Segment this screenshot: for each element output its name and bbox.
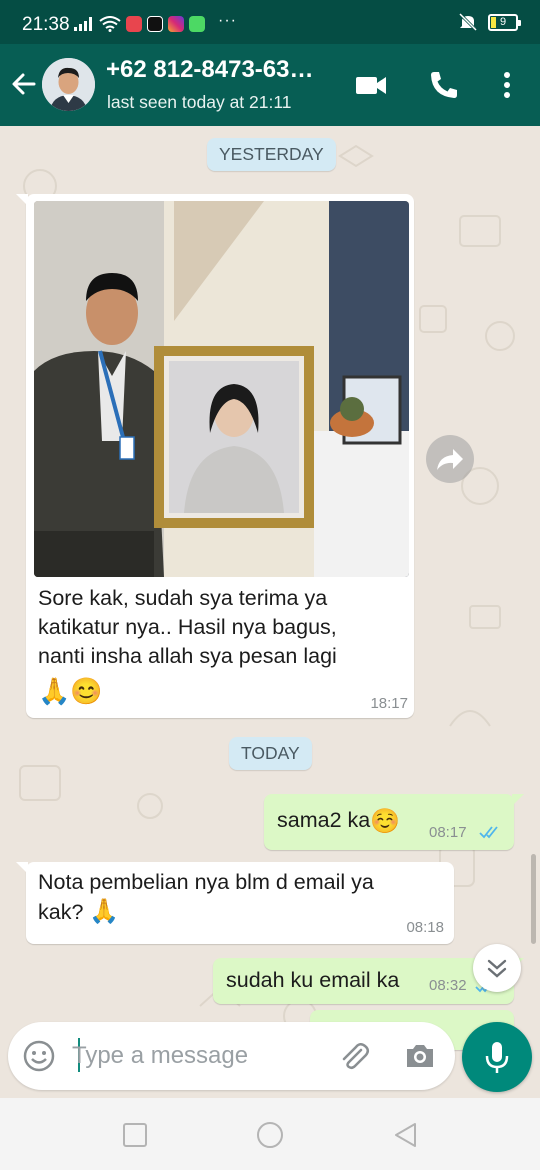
mute-icon xyxy=(458,13,478,31)
contact-last-seen: last seen today at 21:11 xyxy=(107,92,292,112)
emoji-icon[interactable] xyxy=(22,1039,56,1073)
camera-icon[interactable] xyxy=(403,1039,437,1073)
photo-image xyxy=(34,201,409,577)
app-notification-icon xyxy=(126,16,142,32)
date-chip-today: TODAY xyxy=(229,737,312,770)
message-time: 08:18 xyxy=(406,919,444,936)
phone-call-icon[interactable] xyxy=(427,68,461,102)
forward-arrow-icon xyxy=(437,449,463,470)
status-time: 21:38 xyxy=(22,14,70,35)
more-options-icon[interactable] xyxy=(490,68,524,102)
attach-icon[interactable] xyxy=(337,1039,371,1073)
bubble-tail xyxy=(512,794,524,806)
forward-button[interactable] xyxy=(426,435,474,483)
double-chevron-down-icon xyxy=(487,959,507,978)
message-time: 18:17 xyxy=(370,695,408,712)
message-line: Nota pembelian nya blm d email ya xyxy=(38,870,374,894)
message-line: Sore kak, sudah sya terima ya xyxy=(38,586,328,610)
message-input-bar xyxy=(8,1022,455,1090)
scroll-to-bottom-button[interactable] xyxy=(473,944,521,992)
home-button-icon[interactable] xyxy=(255,1120,285,1150)
read-ticks-icon xyxy=(479,826,498,839)
message-line: nanti insha allah sya pesan lagi xyxy=(38,644,337,668)
status-bar: 21:38 ··· 9 xyxy=(0,0,540,44)
contact-avatar[interactable] xyxy=(42,58,95,111)
message-emoji: 🙏 xyxy=(89,898,120,925)
microphone-icon xyxy=(485,1042,509,1073)
recents-button-icon[interactable] xyxy=(120,1120,150,1150)
outgoing-message[interactable]: sama2 ka☺️ 08:17 xyxy=(264,794,524,850)
chat-area[interactable]: YESTERDAY Sore kak, sudah sya terima ya … xyxy=(0,126,540,1098)
message-emoji: 🙏😊 xyxy=(38,676,103,706)
message-time: 08:32 xyxy=(429,977,467,994)
contact-name[interactable]: +62 812-8473-63… xyxy=(106,56,342,84)
message-photo[interactable] xyxy=(34,201,409,577)
back-arrow-icon[interactable] xyxy=(10,69,38,99)
incoming-message[interactable]: Nota pembelian nya blm d email ya kak? 🙏… xyxy=(16,862,454,944)
wifi-icon xyxy=(99,16,121,32)
date-chip-yesterday: YESTERDAY xyxy=(207,138,336,171)
message-time: 08:17 xyxy=(429,824,467,841)
message-emoji: ☺️ xyxy=(370,807,401,835)
avatar-image xyxy=(42,58,95,111)
message-text: sudah ku email ka xyxy=(226,968,400,992)
back-button-icon[interactable] xyxy=(390,1120,420,1150)
messages-icon xyxy=(189,16,205,32)
instagram-icon xyxy=(168,16,184,32)
chat-header: +62 812-8473-63… last seen today at 21:1… xyxy=(0,44,540,126)
message-line: katikatur nya.. Hasil nya bagus, xyxy=(38,615,337,639)
outgoing-message[interactable]: sudah ku email ka 08:32 xyxy=(213,958,524,1004)
voice-message-button[interactable] xyxy=(462,1022,532,1092)
message-line: kak? xyxy=(38,900,84,924)
system-navigation-bar xyxy=(0,1098,540,1170)
signal-icon xyxy=(74,17,92,31)
bubble-tail xyxy=(16,862,28,874)
more-notifications-icon: ··· xyxy=(218,12,237,29)
incoming-photo-message[interactable]: Sore kak, sudah sya terima ya katikatur … xyxy=(16,194,414,718)
tiktok-icon xyxy=(147,16,163,32)
message-line-2: kak? 🙏 xyxy=(38,897,448,927)
bubble-tail xyxy=(16,194,28,206)
message-body: sama2 ka xyxy=(277,808,371,832)
message-text: Nota pembelian nya blm d email ya kak? 🙏 xyxy=(38,868,448,927)
status-right: 9 xyxy=(458,13,521,31)
message-text: Sore kak, sudah sya terima ya katikatur … xyxy=(38,584,408,709)
chat-scrollbar[interactable] xyxy=(531,854,536,944)
message-text: sama2 ka☺️ xyxy=(277,806,400,836)
video-call-icon[interactable] xyxy=(354,68,388,102)
message-input[interactable] xyxy=(72,1036,322,1076)
battery-icon: 9 xyxy=(488,13,521,31)
status-icons xyxy=(74,16,205,32)
